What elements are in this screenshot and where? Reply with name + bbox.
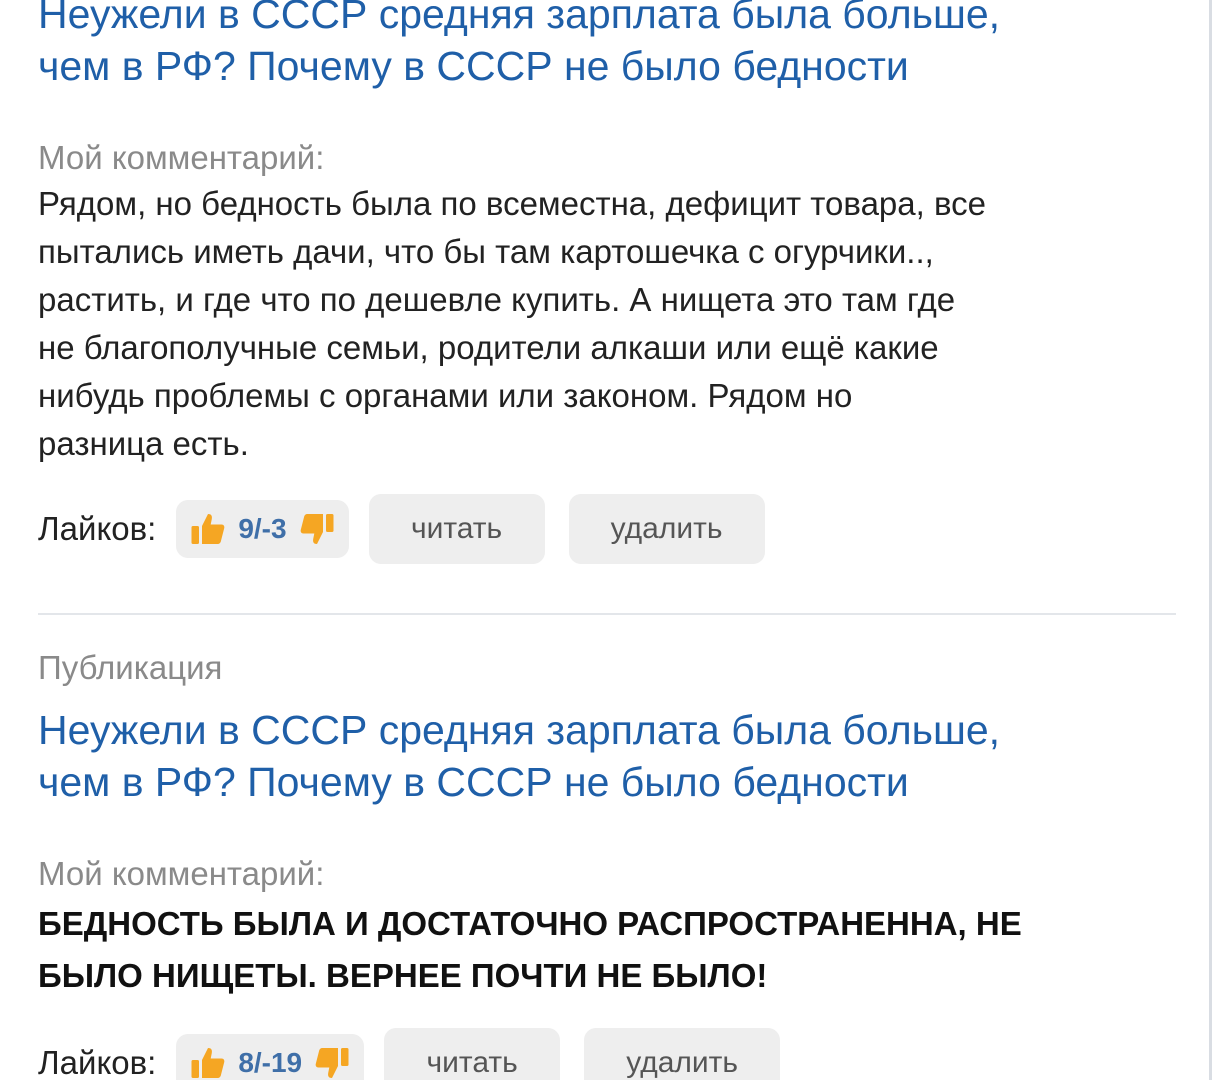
read-button[interactable]: читать bbox=[384, 1028, 561, 1080]
title-line: чем в РФ? Почему в СССР не было бедности bbox=[38, 759, 909, 805]
likes-rating: 9/-3 bbox=[176, 500, 349, 558]
likes-label: Лайков: bbox=[38, 510, 157, 547]
section-label: Публикация bbox=[38, 649, 223, 686]
read-button[interactable]: читать bbox=[368, 494, 545, 564]
delete-button[interactable]: удалить bbox=[584, 1028, 781, 1080]
comment-line: БЫЛО НИЩЕТЫ. ВЕРНЕЕ ПОЧТИ НЕ БЫЛО! bbox=[38, 957, 768, 994]
title-line: Неужели в СССР средняя зарплата была бол… bbox=[38, 0, 1001, 37]
comment-line: Рядом, но бедность была по всеместна, де… bbox=[38, 185, 986, 222]
comment-text: Рядом, но бедность была по всеместна, де… bbox=[38, 180, 1178, 468]
comment-line: пытались иметь дачи, что бы там картошеч… bbox=[38, 233, 934, 270]
thumbs-up-icon[interactable] bbox=[190, 1045, 226, 1080]
comment-actions: Лайков: 8/-19 читать удалить bbox=[38, 1028, 1178, 1080]
comment-entry: Неужели в СССР средняя зарплата была бол… bbox=[38, 0, 1178, 564]
delete-button[interactable]: удалить bbox=[568, 494, 765, 564]
publications-comments-page: Неужели в СССР средняя зарплата была бол… bbox=[0, 0, 1212, 1080]
likes-label: Лайков: bbox=[38, 1044, 157, 1080]
title-line: Неужели в СССР средняя зарплата была бол… bbox=[38, 707, 1001, 753]
likes-count: 9/-3 bbox=[238, 513, 287, 544]
likes-count: 8/-19 bbox=[238, 1047, 303, 1078]
comment-line: растить, и где что по дешевле купить. А … bbox=[38, 281, 956, 318]
comment-line: разница есть. bbox=[38, 425, 249, 462]
comment-line: БЕДНОСТЬ БЫЛА И ДОСТАТОЧНО РАСПРОСТРАНЕН… bbox=[38, 905, 1022, 942]
publication-title-link[interactable]: Неужели в СССР средняя зарплата была бол… bbox=[38, 704, 1178, 808]
title-line: чем в РФ? Почему в СССР не было бедности bbox=[38, 43, 909, 89]
comment-label: Мой комментарий: bbox=[38, 139, 325, 176]
thumbs-down-icon[interactable] bbox=[314, 1045, 350, 1080]
comment-actions: Лайков: 9/-3 читать удалить bbox=[38, 494, 1178, 564]
comment-label: Мой комментарий: bbox=[38, 855, 325, 892]
publication-title-link[interactable]: Неужели в СССР средняя зарплата была бол… bbox=[38, 0, 1178, 92]
thumbs-down-icon[interactable] bbox=[299, 511, 335, 547]
likes-rating: 8/-19 bbox=[176, 1034, 365, 1080]
comment-line: нибудь проблемы с органами или законом. … bbox=[38, 377, 853, 414]
comment-line: не благополучные семьи, родители алкаши … bbox=[38, 329, 939, 366]
comment-entry: Публикация Неужели в СССР средняя зарпла… bbox=[38, 648, 1178, 1080]
entry-divider bbox=[38, 613, 1176, 615]
comment-text: БЕДНОСТЬ БЫЛА И ДОСТАТОЧНО РАСПРОСТРАНЕН… bbox=[38, 898, 1178, 1002]
thumbs-up-icon[interactable] bbox=[190, 511, 226, 547]
